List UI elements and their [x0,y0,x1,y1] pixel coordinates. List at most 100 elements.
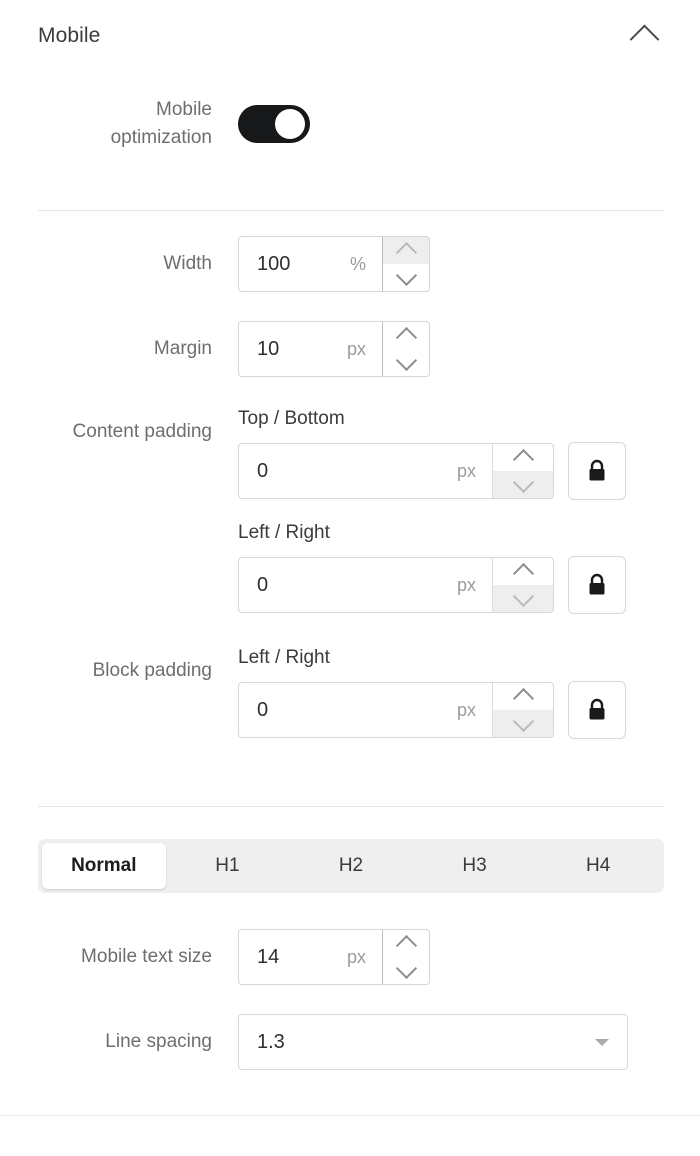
mobile-text-size-spinner [382,930,429,984]
block-padding-left-right-spinner [492,683,553,737]
mobile-text-size-unit: px [346,946,366,967]
block-padding-left-right-input[interactable]: 0 px [239,683,492,737]
width-stepper[interactable]: 100 % [238,236,430,292]
mobile-optimization-label: Mobile optimization [38,96,238,151]
width-spinner [382,237,429,291]
width-label: Width [163,253,212,275]
content-padding-fields: Top / Bottom 0 px Left / Right 0 px [238,408,664,614]
chevron-down-icon [512,585,534,607]
content-padding-left-right-row: 0 px [238,556,664,614]
chevron-up-icon [512,688,534,710]
block-padding-fields: Left / Right 0 px [238,647,664,739]
mobile-optimization-label-line1: Mobile [156,99,212,121]
lock-closed-icon [589,459,605,481]
line-spacing-value: 1.3 [257,1030,285,1053]
block-padding-label: Block padding [92,660,212,681]
block-padding-left-right-increment-button[interactable] [493,683,553,710]
content-padding-left-right-input[interactable]: 0 px [239,558,492,612]
chevron-up-icon [512,449,534,471]
tab-label: H3 [462,855,487,876]
block-padding-left-right-decrement-button[interactable] [493,710,553,737]
toggle-knob [275,109,305,139]
chevron-down-icon [395,349,417,371]
width-increment-button[interactable] [383,237,429,264]
mobile-text-size-decrement-button[interactable] [383,957,429,984]
margin-increment-button[interactable] [383,322,429,349]
panel-header: Mobile [0,0,700,72]
tab-h1[interactable]: H1 [166,843,290,889]
mobile-optimization-row: Mobile optimization [0,72,700,176]
content-padding-top-bottom-lock-button[interactable] [568,442,626,500]
content-padding-top-bottom-row: 0 px [238,442,664,500]
block-padding-left-right-stepper[interactable]: 0 px [238,682,554,738]
mobile-text-size-increment-button[interactable] [383,930,429,957]
content-padding-top-bottom-increment-button[interactable] [493,444,553,471]
tab-h3[interactable]: H3 [413,843,537,889]
tab-h2[interactable]: H2 [289,843,413,889]
chevron-up-icon [512,563,534,585]
lock-closed-icon [589,573,605,595]
line-spacing-select[interactable]: 1.3 [238,1014,628,1070]
text-style-tabs: Normal H1 H2 H3 H4 [38,839,664,893]
page-title: Mobile [38,24,101,47]
chevron-down-icon [395,264,417,286]
tab-label: Normal [71,855,137,876]
margin-stepper[interactable]: 10 px [238,321,430,377]
content-padding-top-bottom-stepper[interactable]: 0 px [238,443,554,499]
content-padding-label: Content padding [72,421,212,442]
margin-value: 10 [257,337,280,360]
line-spacing-row: Line spacing 1.3 [0,1014,700,1070]
margin-decrement-button[interactable] [383,349,429,376]
margin-row: Margin 10 px [0,321,700,377]
width-decrement-button[interactable] [383,264,429,291]
chevron-up-icon [629,23,659,54]
content-padding-left-right-sublabel: Left / Right [238,522,330,543]
mobile-text-size-input[interactable]: 14 px [239,930,382,984]
content-padding-left-right-lock-button[interactable] [568,556,626,614]
mobile-text-size-value: 14 [257,945,280,968]
chevron-up-icon [395,327,417,349]
width-row: Width 100 % [0,236,700,292]
tab-label: H4 [586,855,611,876]
content-padding-left-right-spinner [492,558,553,612]
tab-h4[interactable]: H4 [536,843,660,889]
width-input[interactable]: 100 % [239,237,382,291]
chevron-down-icon [395,957,417,979]
mobile-text-size-row: Mobile text size 14 px [0,929,700,985]
width-value: 100 [257,252,291,275]
line-spacing-label: Line spacing [105,1031,212,1053]
content-padding-group: Content padding Top / Bottom 0 px Left /… [0,408,700,614]
block-padding-group: Block padding Left / Right 0 px [0,647,700,739]
collapse-section-button[interactable] [624,16,664,56]
content-padding-top-bottom-decrement-button[interactable] [493,471,553,498]
margin-input[interactable]: 10 px [239,322,382,376]
triangle-down-icon [595,1038,609,1046]
chevron-up-icon [395,935,417,957]
content-padding-left-right-value: 0 [257,573,269,596]
mobile-optimization-toggle[interactable] [238,105,310,143]
mobile-text-size-stepper[interactable]: 14 px [238,929,430,985]
block-padding-left-right-value: 0 [257,698,269,721]
content-padding-left-right-unit: px [456,574,476,595]
content-padding-left-right-decrement-button[interactable] [493,585,553,612]
block-padding-left-right-row: 0 px [238,681,664,739]
content-padding-left-right-increment-button[interactable] [493,558,553,585]
mobile-text-size-label: Mobile text size [81,946,212,968]
tab-normal[interactable]: Normal [42,843,166,889]
block-padding-left-right-lock-button[interactable] [568,681,626,739]
chevron-down-icon [512,471,534,493]
tab-label: H2 [338,855,364,876]
content-padding-left-right-stepper[interactable]: 0 px [238,557,554,613]
content-padding-top-bottom-input[interactable]: 0 px [239,444,492,498]
block-padding-left-right-unit: px [456,699,476,720]
content-padding-top-bottom-unit: px [456,460,476,481]
